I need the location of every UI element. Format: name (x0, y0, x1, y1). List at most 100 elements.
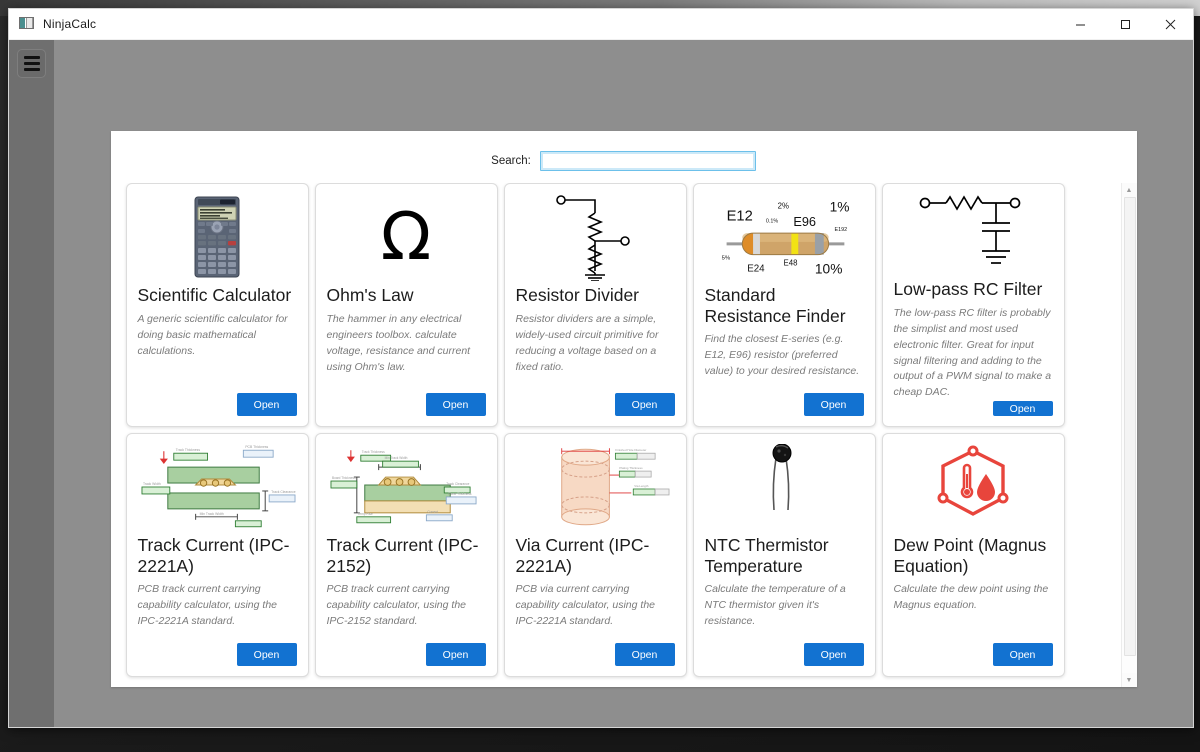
card-title: Dew Point (Magnus Equation) (893, 535, 1047, 576)
card-description: PCB track current carrying capability ca… (326, 583, 467, 628)
open-button[interactable]: Open (236, 643, 297, 666)
desktop-background: NinjaCalc Search: Scientific Calculator … (0, 0, 1200, 752)
card-dew-point-magnus[interactable]: Dew Point (Magnus Equation) Calculate th… (881, 433, 1065, 677)
svg-text:Track Clearance: Track Clearance (271, 490, 296, 494)
close-icon[interactable] (1148, 9, 1193, 39)
pcb-via-diagram: Finished Hole Diameter Plating Thickness… (516, 443, 675, 531)
open-button[interactable]: Open (614, 643, 675, 666)
omega-glyph: Ω (380, 198, 432, 275)
calculator-panel: Search: Scientific Calculator A generic … (110, 131, 1137, 687)
svg-text:Temp Rise: Temp Rise (357, 512, 372, 516)
card-low-pass-rc-filter[interactable]: Low-pass RC Filter The low-pass RC filte… (881, 183, 1065, 427)
window-body: Search: Scientific Calculator A generic … (9, 40, 1193, 727)
minimize-icon[interactable] (1058, 9, 1103, 39)
app-icon (19, 17, 35, 31)
label-1pct: 1% (829, 199, 849, 214)
card-title: Track Current (IPC-2221A) (137, 535, 290, 576)
pcb-external-track-diagram: Track Thickness Min Track Width Board Th… (327, 443, 486, 531)
content-area: Search: Scientific Calculator A generic … (54, 40, 1193, 727)
scroll-down-icon[interactable]: ▼ (1121, 673, 1137, 687)
label-2pct: 2% (777, 202, 788, 211)
card-description: The hammer in any electrical engineers t… (326, 312, 471, 373)
scientific-calculator-image (138, 193, 297, 281)
svg-text:Track Width: Track Width (142, 482, 160, 486)
ntc-thermistor-photo (705, 443, 864, 531)
open-button[interactable]: Open (236, 393, 297, 416)
card-description: Calculate the temperature of a NTC therm… (704, 583, 846, 628)
card-description: A generic scientific calculator for doin… (137, 312, 288, 357)
card-description: The low-pass RC filter is probably the s… (893, 306, 1052, 399)
card-ntc-thermistor-temperature[interactable]: NTC Thermistor Temperature Calculate the… (692, 433, 876, 677)
card-resistor-divider[interactable]: Resistor Divider Resistor dividers are a… (503, 183, 687, 427)
card-title: Ohm's Law (326, 285, 414, 305)
svg-text:Via Length: Via Length (634, 484, 648, 488)
card-track-current-ipc-2221a[interactable]: Track Thickness PCB Thickness Track Widt… (125, 433, 309, 677)
card-title: NTC Thermistor Temperature (704, 535, 829, 576)
label-e24: E24 (747, 263, 765, 274)
label-01pct: 0.1% (765, 218, 777, 224)
card-via-current-ipc-2221a[interactable]: Finished Hole Diameter Plating Thickness… (503, 433, 687, 677)
svg-text:Track Clearance: Track Clearance (446, 482, 469, 486)
card-description: Calculate the dew point using the Magnus… (893, 583, 1049, 612)
card-title: Resistor Divider (515, 285, 640, 305)
label-10pct: 10% (814, 261, 842, 276)
open-button[interactable]: Open (425, 393, 486, 416)
label-e48: E48 (783, 258, 798, 267)
open-button[interactable]: Open (992, 643, 1053, 666)
open-button[interactable]: Open (614, 393, 675, 416)
card-description: Resistor dividers are a simple, widely-u… (515, 312, 659, 373)
card-description: Find the closest E-series (e.g. E12, E96… (704, 333, 860, 378)
svg-text:Track Thickness: Track Thickness (361, 450, 384, 454)
hamburger-icon[interactable] (17, 49, 46, 78)
svg-text:Min Track Width: Min Track Width (384, 456, 407, 460)
card-description: PCB track current carrying capability ca… (137, 583, 278, 628)
title-bar[interactable]: NinjaCalc (9, 9, 1193, 40)
scrollbar-thumb[interactable] (1123, 197, 1136, 656)
open-button[interactable]: Open (992, 401, 1053, 416)
label-e192: E192 (834, 227, 847, 233)
sidebar (9, 40, 54, 727)
window-controls (1058, 9, 1193, 39)
card-title: Standard Resistance Finder (704, 285, 846, 326)
svg-text:Plane Thickness: Plane Thickness (448, 492, 472, 496)
open-button[interactable]: Open (803, 643, 864, 666)
calculator-row: Track Thickness PCB Thickness Track Widt… (125, 433, 1105, 677)
label-e96: E96 (793, 214, 816, 229)
panel-scroll-region: Scientific Calculator A generic scientif… (111, 183, 1137, 687)
svg-text:Board Thickness: Board Thickness (331, 476, 355, 480)
dew-point-icon (894, 443, 1053, 531)
svg-text:Track Thickness: Track Thickness (175, 448, 200, 452)
resistor-divider-schematic (516, 193, 675, 281)
svg-text:PCB Thickness: PCB Thickness (245, 445, 268, 449)
svg-text:Min Track Width: Min Track Width (199, 512, 223, 516)
pcb-internal-track-diagram: Track Thickness PCB Thickness Track Widt… (138, 443, 297, 531)
search-label: Search: (491, 155, 531, 167)
scrollbar-track[interactable] (1121, 197, 1137, 673)
card-track-current-ipc-2152[interactable]: Track Thickness Min Track Width Board Th… (314, 433, 498, 677)
svg-text:Plating Thickness: Plating Thickness (619, 466, 643, 470)
card-title: Via Current (IPC-2221A) (515, 535, 650, 576)
label-5pct: 5% (721, 256, 730, 262)
vertical-scrollbar[interactable]: ▲ ▼ (1120, 183, 1137, 687)
card-standard-resistance-finder[interactable]: E12 2% 1% 0.1% E96 E192 5% E24 E48 10% S… (692, 183, 876, 427)
svg-text:Finished Hole Diameter: Finished Hole Diameter (615, 448, 646, 452)
card-ohms-law[interactable]: Ω Ohm's Law The hammer in any electrical… (314, 183, 498, 427)
scroll-up-icon[interactable]: ▲ (1121, 183, 1137, 197)
card-description: PCB via current carrying capability calc… (515, 583, 656, 628)
card-title: Track Current (IPC-2152) (326, 535, 479, 576)
calculator-grid: Scientific Calculator A generic scientif… (111, 183, 1121, 687)
label-e12: E12 (726, 208, 752, 224)
card-title: Low-pass RC Filter (893, 279, 1043, 299)
card-scientific-calculator[interactable]: Scientific Calculator A generic scientif… (125, 183, 309, 427)
window-title: NinjaCalc (43, 17, 97, 31)
svg-text:Current: Current (427, 510, 438, 514)
search-input[interactable] (539, 151, 756, 171)
omega-symbol: Ω (327, 193, 486, 281)
calculator-row: Scientific Calculator A generic scientif… (125, 183, 1105, 427)
resistor-photo: E12 2% 1% 0.1% E96 E192 5% E24 E48 10% (705, 193, 864, 281)
card-title: Scientific Calculator (137, 285, 292, 305)
open-button[interactable]: Open (425, 643, 486, 666)
maximize-icon[interactable] (1103, 9, 1148, 39)
open-button[interactable]: Open (803, 393, 864, 416)
rc-filter-schematic (894, 193, 1053, 275)
